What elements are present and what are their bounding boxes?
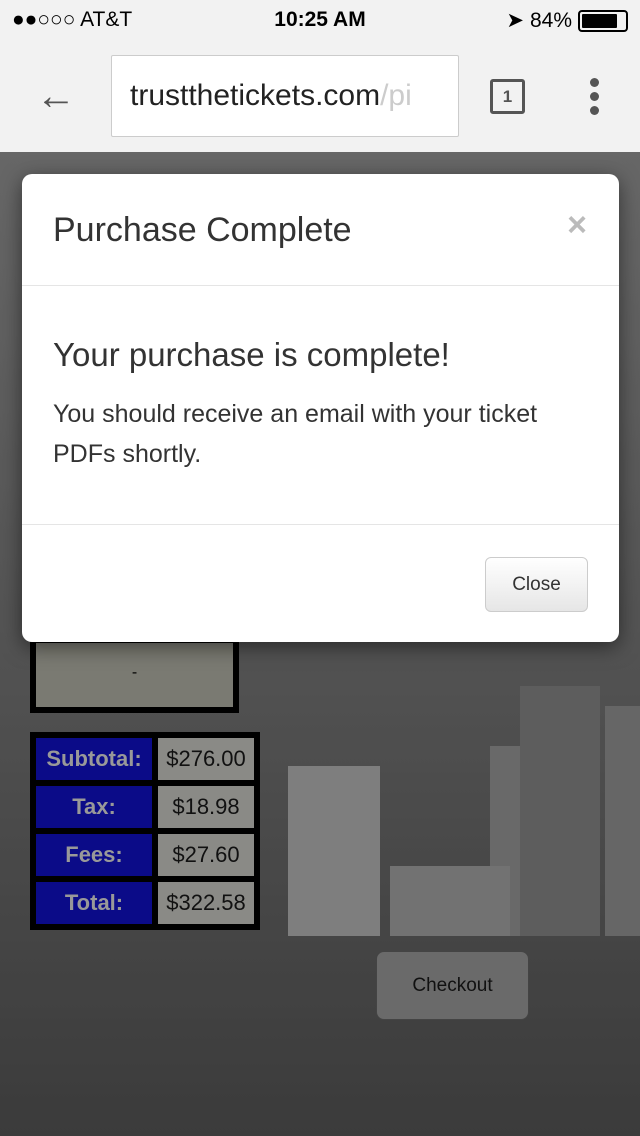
battery-icon — [578, 9, 628, 32]
total-label: Total: — [36, 882, 152, 924]
close-icon[interactable]: × — [567, 206, 587, 245]
tax-label: Tax: — [36, 786, 152, 828]
fees-label: Fees: — [36, 834, 152, 876]
modal-body: Your purchase is complete! You should re… — [22, 286, 619, 525]
back-arrow-icon[interactable]: ← — [36, 76, 76, 116]
url-host: trustthetickets.com — [130, 79, 381, 112]
modal-title: Purchase Complete — [53, 211, 352, 249]
modal-heading: Your purchase is complete! — [53, 336, 450, 373]
order-summary-table: Subtotal: $276.00 Tax: $18.98 Fees: $27.60 … — [30, 732, 260, 930]
battery-percent: 84% — [529, 8, 572, 32]
tab-switcher-button[interactable]: 1 — [490, 79, 525, 114]
checkout-button[interactable]: Checkout — [376, 951, 529, 1020]
purchase-complete-modal: Purchase Complete × Your purchase is com… — [22, 174, 619, 642]
modal-message: You should receive an email with your ti… — [53, 400, 538, 468]
close-button[interactable]: Close — [485, 557, 588, 612]
modal-header: Purchase Complete × — [22, 174, 619, 286]
url-path: /pi — [380, 79, 412, 112]
subtotal-label: Subtotal: — [36, 738, 152, 780]
total-value: $322.58 — [158, 882, 254, 924]
browser-toolbar: ← trustthetickets.com/pi 1 — [0, 40, 640, 152]
url-bar[interactable]: trustthetickets.com/pi — [111, 55, 459, 137]
status-bar: ●●○○○ AT&T 10:25 AM ➤ 84% — [0, 0, 640, 40]
location-icon: ➤ — [506, 9, 524, 32]
tax-value: $18.98 — [158, 786, 254, 828]
more-menu-icon[interactable] — [590, 78, 602, 120]
fees-value: $27.60 — [158, 834, 254, 876]
ticket-box: - — [30, 637, 239, 713]
subtotal-value: $276.00 — [158, 738, 254, 780]
